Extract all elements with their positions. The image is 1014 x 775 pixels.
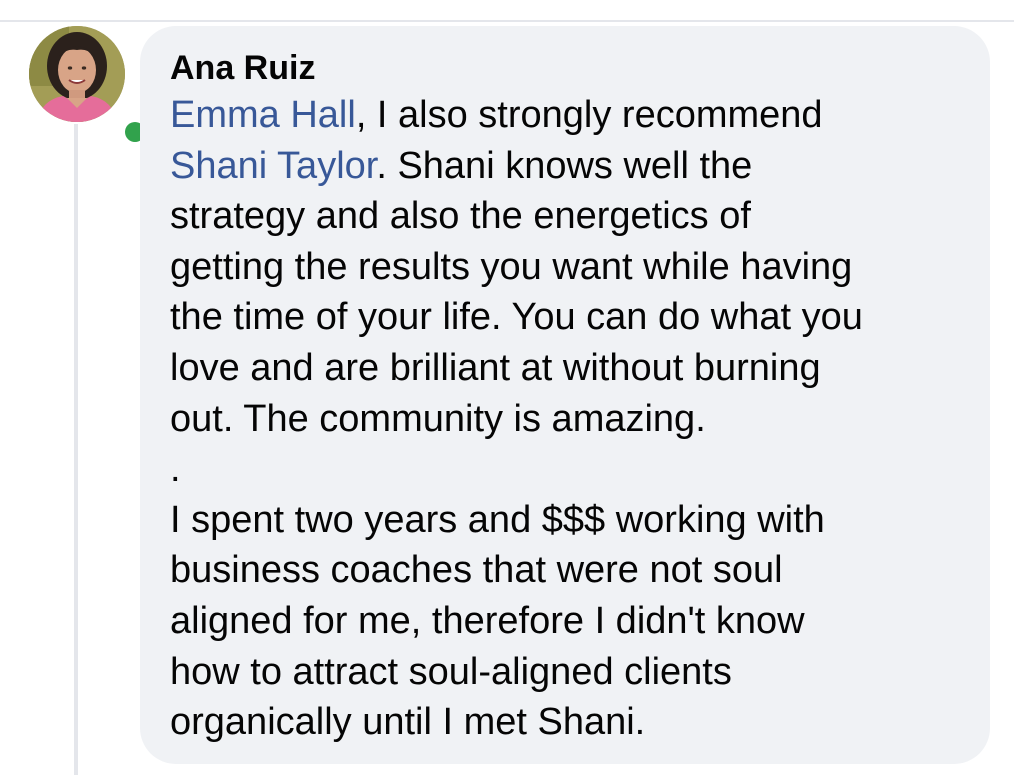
- comment-line: Emma Hall, I also strongly recommend: [170, 90, 970, 141]
- comment-author-name[interactable]: Ana Ruiz: [170, 46, 970, 90]
- comment-line: getting the results you want while havin…: [170, 242, 970, 293]
- comment-text-segment: love and are brilliant at without burnin…: [170, 346, 821, 389]
- comment-text-segment: out. The community is amazing.: [170, 397, 706, 440]
- comment-text-segment: strategy and also the energetics of: [170, 195, 751, 238]
- comment-line: the time of your life. You can do what y…: [170, 292, 970, 343]
- comment-line: organically until I met Shani.: [170, 697, 970, 748]
- comment-text-segment: organically until I met Shani.: [170, 701, 646, 744]
- comment-text-segment: I spent two years and $$$ working with: [170, 498, 825, 541]
- mention-link[interactable]: Emma Hall: [170, 94, 356, 136]
- comment-text-segment: , I also strongly recommend: [355, 94, 823, 136]
- reply-thread-line: [74, 124, 78, 775]
- comment-text: Emma Hall, I also strongly recommend Shan…: [170, 90, 970, 748]
- comment-text-segment: .: [170, 448, 181, 491]
- comment-line: .: [170, 444, 970, 495]
- comment-line: how to attract soul-aligned clients: [170, 647, 970, 698]
- comment-bubble: Ana Ruiz Emma Hall, I also strongly reco…: [140, 26, 990, 764]
- comment-text-segment: aligned for me, therefore I didn't know: [170, 599, 805, 642]
- comment-avatar[interactable]: [29, 26, 149, 146]
- comment-line: love and are brilliant at without burnin…: [170, 343, 970, 394]
- comment-line: out. The community is amazing.: [170, 394, 970, 445]
- comment-text-segment: the time of your life. You can do what y…: [170, 296, 863, 339]
- comment-text-segment: . Shani knows well the: [376, 144, 753, 187]
- comment-text-segment: business coaches that were not soul: [170, 549, 783, 592]
- comment-line: strategy and also the energetics of: [170, 191, 970, 242]
- comment-line: Shani Taylor. Shani knows well the: [170, 141, 970, 192]
- comment-line: aligned for me, therefore I didn't know: [170, 596, 970, 647]
- comment-line: I spent two years and $$$ working with: [170, 495, 970, 546]
- comment-text-segment: getting the results you want while havin…: [170, 245, 853, 288]
- comment-text-segment: how to attract soul-aligned clients: [170, 650, 732, 693]
- profile-photo: [29, 26, 125, 122]
- mention-link[interactable]: Shani Taylor: [170, 145, 376, 187]
- top-divider: [0, 20, 1014, 22]
- comment-line: business coaches that were not soul: [170, 545, 970, 596]
